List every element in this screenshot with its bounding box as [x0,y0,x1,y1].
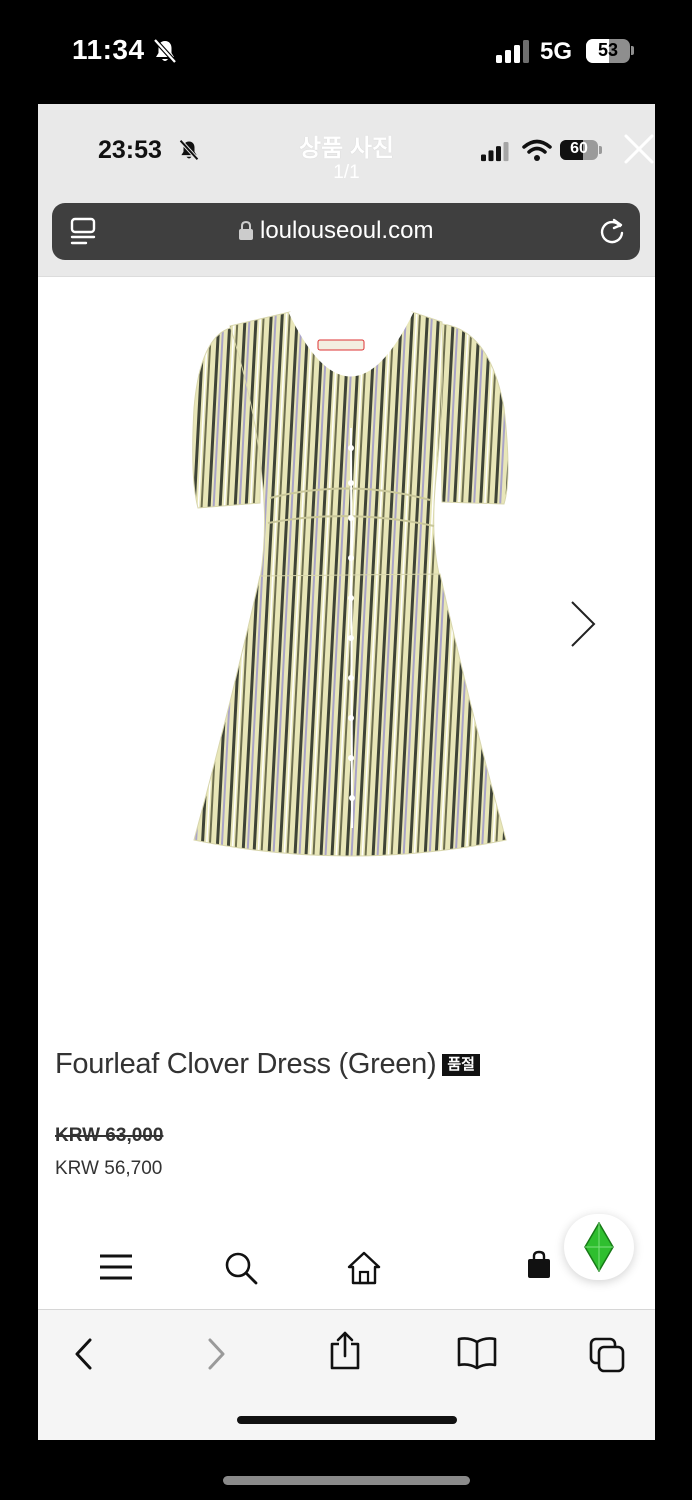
search-icon[interactable] [223,1250,259,1291]
inner-home-indicator [237,1416,457,1424]
bell-slash-icon [152,38,178,69]
bookmarks-icon[interactable] [456,1336,498,1375]
page-menu-icon[interactable] [70,217,98,252]
original-price: KRW 63,000 [55,1125,164,1146]
shopping-bag-icon[interactable] [526,1250,552,1285]
cellular-signal-icon [480,142,512,167]
forward-icon[interactable] [204,1336,228,1377]
soldout-badge: 품절 [442,1053,480,1076]
reload-icon[interactable] [598,217,626,250]
url-text[interactable]: loulouseoul.com [260,217,433,245]
lock-icon [238,220,254,247]
floating-app-button[interactable] [564,1214,634,1280]
back-icon[interactable] [72,1336,96,1377]
menu-icon[interactable] [98,1252,134,1287]
embedded-screenshot: 23:53 상품 사진 1/1 60 loulouseoul.com Fourl… [38,104,655,1440]
battery-icon: 60 [560,140,598,160]
striped-dress-image[interactable] [190,308,512,874]
battery-icon: 53 [586,39,630,63]
battery-tip [631,46,634,55]
home-indicator[interactable] [223,1476,470,1485]
battery-level: 53 [597,40,619,60]
home-icon[interactable] [345,1250,383,1291]
outer-status-bar: 11:34 5G 53 [0,0,692,100]
sale-price: KRW 56,700 [55,1158,163,1179]
tabs-icon[interactable] [588,1336,626,1379]
battery-level: 60 [570,140,588,157]
cellular-signal-icon [496,40,532,69]
outer-clock: 11:34 [72,34,145,65]
wifi-icon [522,138,552,167]
battery-tip [599,146,602,154]
product-name: Fourleaf Clover Dress (Green) [55,1048,437,1080]
share-icon[interactable] [328,1330,362,1377]
browser-toolbar [38,1310,655,1440]
site-bottom-nav [38,1234,655,1308]
photo-counter: 1/1 [333,162,360,183]
header-divider [38,276,655,277]
address-bar[interactable]: loulouseoul.com [52,203,640,260]
network-type: 5G [540,38,573,65]
product-title-row: Fourleaf Clover Dress (Green) 품절 [55,1048,480,1081]
photo-viewer-header: 23:53 상품 사진 1/1 60 loulouseoul.com [38,104,655,276]
chevron-right-icon[interactable] [568,598,598,650]
close-icon[interactable] [622,132,655,166]
green-diamond-icon [584,1222,614,1272]
